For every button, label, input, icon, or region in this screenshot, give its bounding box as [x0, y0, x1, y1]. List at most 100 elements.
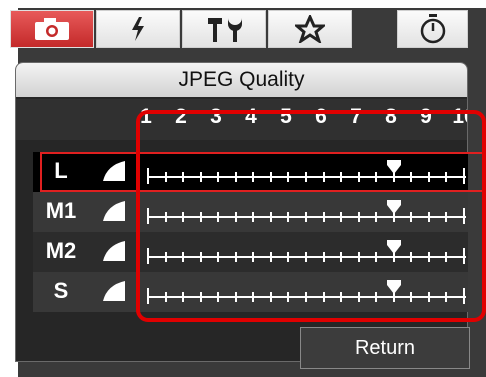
- size-label: M2: [45, 238, 77, 263]
- slider-tick: [217, 292, 220, 302]
- slider-tick: [234, 212, 237, 222]
- slider-tick: [463, 288, 465, 304]
- slider-tick: [234, 292, 237, 302]
- slider-tick: [234, 172, 237, 182]
- slider-tick: [147, 208, 149, 224]
- scale-number: 10: [452, 105, 467, 128]
- quality-slider[interactable]: [146, 158, 468, 188]
- slider-tick: [217, 172, 220, 182]
- slider-tick: [199, 212, 202, 222]
- slider-tick: [287, 292, 290, 302]
- slider-tick: [410, 212, 413, 222]
- scale-number: 7: [350, 105, 362, 128]
- fine-quality-icon: [103, 161, 125, 181]
- slider-tick: [199, 252, 202, 262]
- slider-tick: [357, 252, 360, 262]
- slider-tick: [322, 212, 325, 222]
- slider-tick: [287, 252, 290, 262]
- tab-my-menu[interactable]: [268, 10, 352, 48]
- slider-tick: [217, 212, 220, 222]
- slider-tick: [305, 212, 307, 222]
- slider-tick: [182, 252, 185, 262]
- slider-tick: [305, 172, 307, 182]
- slider-tick: [427, 252, 430, 262]
- slider-tick: [322, 292, 325, 302]
- slider-tick: [410, 292, 413, 302]
- slider-tick: [375, 292, 378, 302]
- tab-bar: [10, 10, 360, 48]
- slider-marker[interactable]: [386, 160, 402, 176]
- slider-tick: [340, 212, 343, 222]
- tab-shooting[interactable]: [10, 10, 94, 48]
- slider-tick: [445, 212, 448, 222]
- slider-marker[interactable]: [386, 240, 402, 256]
- slider-tick: [322, 172, 325, 182]
- slider-tick: [252, 252, 255, 262]
- tab-timer[interactable]: [397, 10, 468, 48]
- slider-tick: [357, 172, 360, 182]
- slider-track: [148, 176, 466, 178]
- slider-track: [148, 216, 466, 218]
- slider-track: [148, 256, 466, 258]
- scale-number: 9: [420, 105, 432, 128]
- slider-tick: [217, 252, 220, 262]
- slider-tick: [147, 168, 149, 184]
- timer-icon: [420, 14, 445, 44]
- slider-tick: [269, 292, 272, 302]
- slider-tick: [164, 292, 167, 302]
- slider-tick: [252, 172, 255, 182]
- slider-tick: [164, 212, 167, 222]
- slider-tick: [463, 168, 465, 184]
- size-label: L: [54, 158, 68, 183]
- slider-tick: [410, 172, 413, 182]
- slider-tick: [305, 292, 307, 302]
- fine-quality-icon: [103, 241, 125, 261]
- slider-tick: [305, 252, 307, 262]
- slider-tick: [147, 288, 149, 304]
- slider-tick: [427, 292, 430, 302]
- return-button[interactable]: Return: [300, 327, 470, 369]
- slider-tick: [410, 252, 413, 262]
- size-label: S: [53, 278, 69, 303]
- slider-tick: [427, 172, 430, 182]
- slider-tick: [340, 252, 343, 262]
- fine-quality-icon: [103, 201, 125, 221]
- slider-tick: [340, 172, 343, 182]
- slider-tick: [357, 212, 360, 222]
- slider-tick: [252, 292, 255, 302]
- tools-icon: [208, 18, 242, 42]
- slider-marker[interactable]: [386, 280, 402, 296]
- slider-tick: [375, 212, 378, 222]
- slider-tick: [199, 172, 202, 182]
- slider-tick: [182, 212, 185, 222]
- slider-tick: [322, 252, 325, 262]
- tab-tools[interactable]: [182, 10, 266, 48]
- size-label: M1: [45, 198, 77, 223]
- slider-tick: [287, 172, 290, 182]
- slider-tick: [357, 292, 360, 302]
- slider-tick: [463, 208, 465, 224]
- scale-number: 5: [280, 105, 292, 128]
- flash-icon: [132, 17, 144, 41]
- scale-number: 2: [175, 105, 187, 128]
- slider-tick: [147, 248, 149, 264]
- quality-slider[interactable]: [146, 278, 468, 308]
- quality-slider[interactable]: [146, 198, 468, 228]
- slider-tick: [445, 172, 448, 182]
- fine-quality-icon: [103, 281, 125, 301]
- scale-number: 1: [140, 105, 152, 128]
- slider-tick: [164, 252, 167, 262]
- quality-slider[interactable]: [146, 238, 468, 268]
- slider-tick: [287, 212, 290, 222]
- slider-track: [148, 296, 466, 298]
- slider-tick: [340, 292, 343, 302]
- camera-icon: [35, 18, 69, 40]
- slider-tick: [427, 212, 430, 222]
- slider-marker[interactable]: [386, 200, 402, 216]
- slider-tick: [445, 292, 448, 302]
- tab-flash[interactable]: [96, 10, 180, 48]
- slider-tick: [463, 248, 465, 264]
- quality-scale: 1 2 3 4 5 6 7 8 9 10: [16, 99, 467, 140]
- slider-tick: [252, 212, 255, 222]
- slider-tick: [234, 252, 237, 262]
